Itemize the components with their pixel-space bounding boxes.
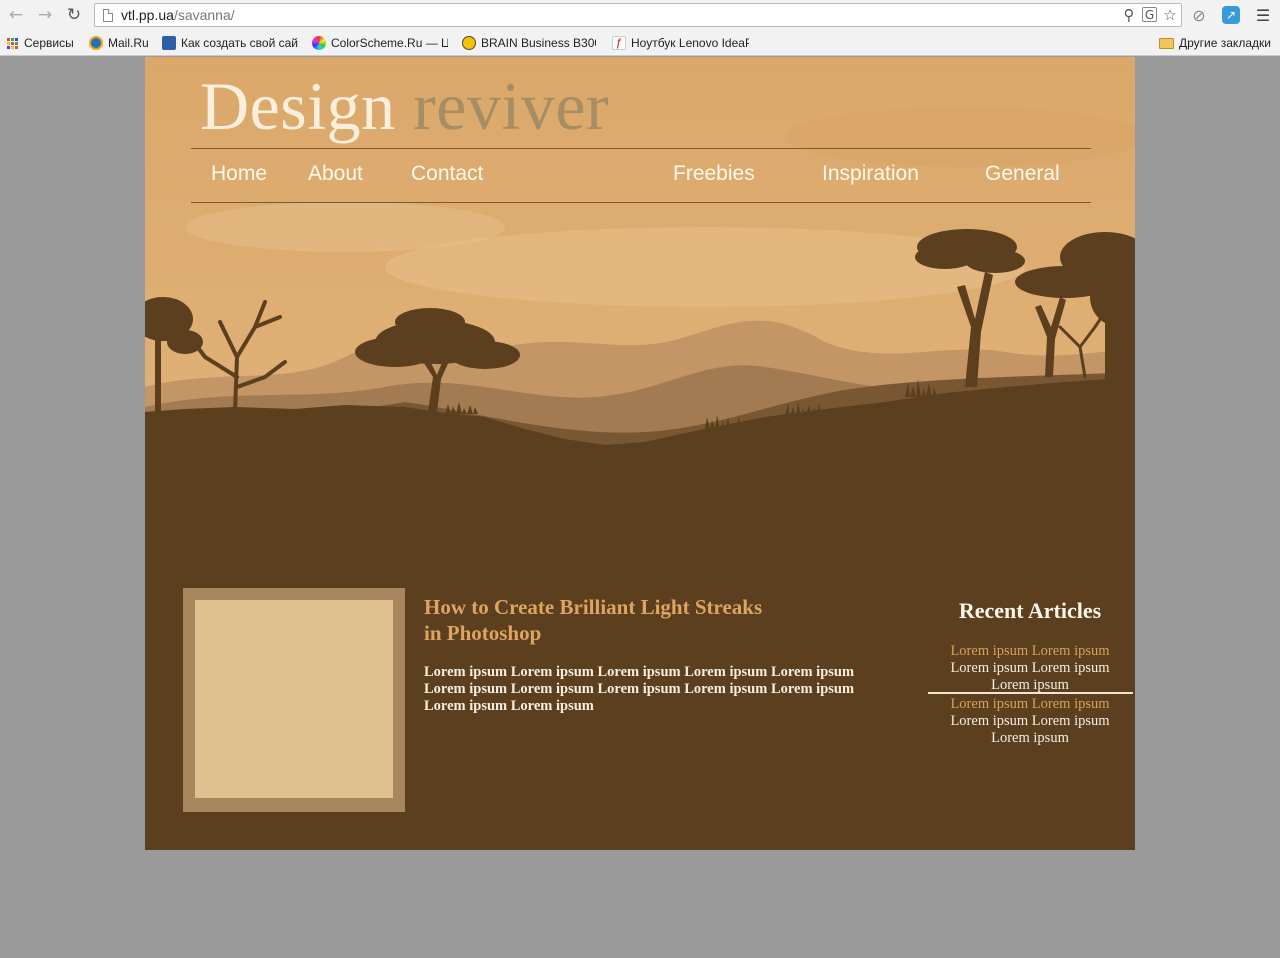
bookmarks-bar: Сервисы Mail.Ru Как создать свой сай Col… [0, 30, 1280, 56]
bookmark-apps[interactable]: Сервисы [7, 34, 74, 52]
folder-icon [1159, 37, 1174, 49]
extension-icon[interactable]: ↗ [1222, 6, 1240, 24]
thumbnail-image-placeholder [195, 600, 393, 798]
browser-toolbar: ← → ↻ vtl.pp.ua/savanna/ ⚲ G ☆ ⊘ ↗ ☰ [0, 0, 1280, 30]
bookmark-mailru[interactable]: Mail.Ru [89, 34, 149, 52]
post-title[interactable]: How to Create Brilliant Light Streaks in… [424, 594, 764, 646]
main-nav: Home About Contact Freebies Inspiration … [191, 148, 1091, 203]
zoom-icon[interactable]: ⚲ [1120, 5, 1138, 25]
post-thumbnail[interactable] [183, 588, 405, 812]
lenovo-icon: ƒ [612, 36, 626, 50]
recent-divider [928, 692, 1133, 694]
nav-home[interactable]: Home [211, 162, 267, 186]
page-icon [103, 8, 113, 22]
mailru-icon [89, 36, 103, 50]
nav-general[interactable]: General [985, 162, 1060, 186]
url-text: vtl.pp.ua/savanna/ [121, 7, 235, 23]
recent-article-link[interactable]: Lorem ipsum Lorem ipsum [930, 643, 1130, 660]
apps-icon [7, 37, 18, 49]
menu-icon[interactable]: ☰ [1253, 5, 1273, 25]
recent-article-text: Lorem ipsum Lorem ipsum Lorem ipsum [950, 713, 1110, 746]
site-container: Design reviver Home About Contact Freebi… [145, 57, 1135, 850]
brain-icon [462, 36, 476, 50]
recent-article-item[interactable]: Lorem ipsum Lorem ipsum Lorem ipsum Lore… [930, 696, 1130, 747]
site-icon [162, 36, 176, 50]
block-icon[interactable]: ⊘ [1189, 5, 1209, 25]
bookmark-other[interactable]: Другие закладки [1159, 34, 1271, 52]
recent-articles-heading: Recent Articles [958, 598, 1102, 623]
address-bar[interactable]: vtl.pp.ua/savanna/ ⚲ G ☆ [94, 3, 1182, 27]
back-button[interactable]: ← [6, 5, 26, 25]
bookmark-brain[interactable]: BRAIN Business B300 [462, 34, 596, 52]
recent-article-text: Lorem ipsum Lorem ipsum Lorem ipsum [950, 660, 1110, 693]
forward-button[interactable]: → [35, 5, 55, 25]
color-wheel-icon [312, 36, 326, 50]
bookmark-colorscheme[interactable]: ColorScheme.Ru — Ц [312, 34, 448, 52]
nav-contact[interactable]: Contact [411, 162, 483, 186]
nav-inspiration[interactable]: Inspiration [822, 162, 919, 186]
star-icon[interactable]: ☆ [1161, 5, 1179, 25]
site-logo[interactable]: Design reviver [200, 66, 609, 146]
bookmark-lenovo[interactable]: ƒ Ноутбук Lenovo IdeaP [612, 34, 749, 52]
bookmark-site-guide[interactable]: Как создать свой сай [162, 34, 299, 52]
translate-icon[interactable]: G [1142, 7, 1157, 22]
reload-button[interactable]: ↻ [64, 5, 84, 25]
nav-about[interactable]: About [308, 162, 363, 186]
recent-article-link[interactable]: Lorem ipsum Lorem ipsum [930, 696, 1130, 713]
nav-freebies[interactable]: Freebies [673, 162, 755, 186]
post-excerpt: Lorem ipsum Lorem ipsum Lorem ipsum Lore… [424, 664, 855, 714]
recent-article-item[interactable]: Lorem ipsum Lorem ipsum Lorem ipsum Lore… [930, 643, 1130, 694]
